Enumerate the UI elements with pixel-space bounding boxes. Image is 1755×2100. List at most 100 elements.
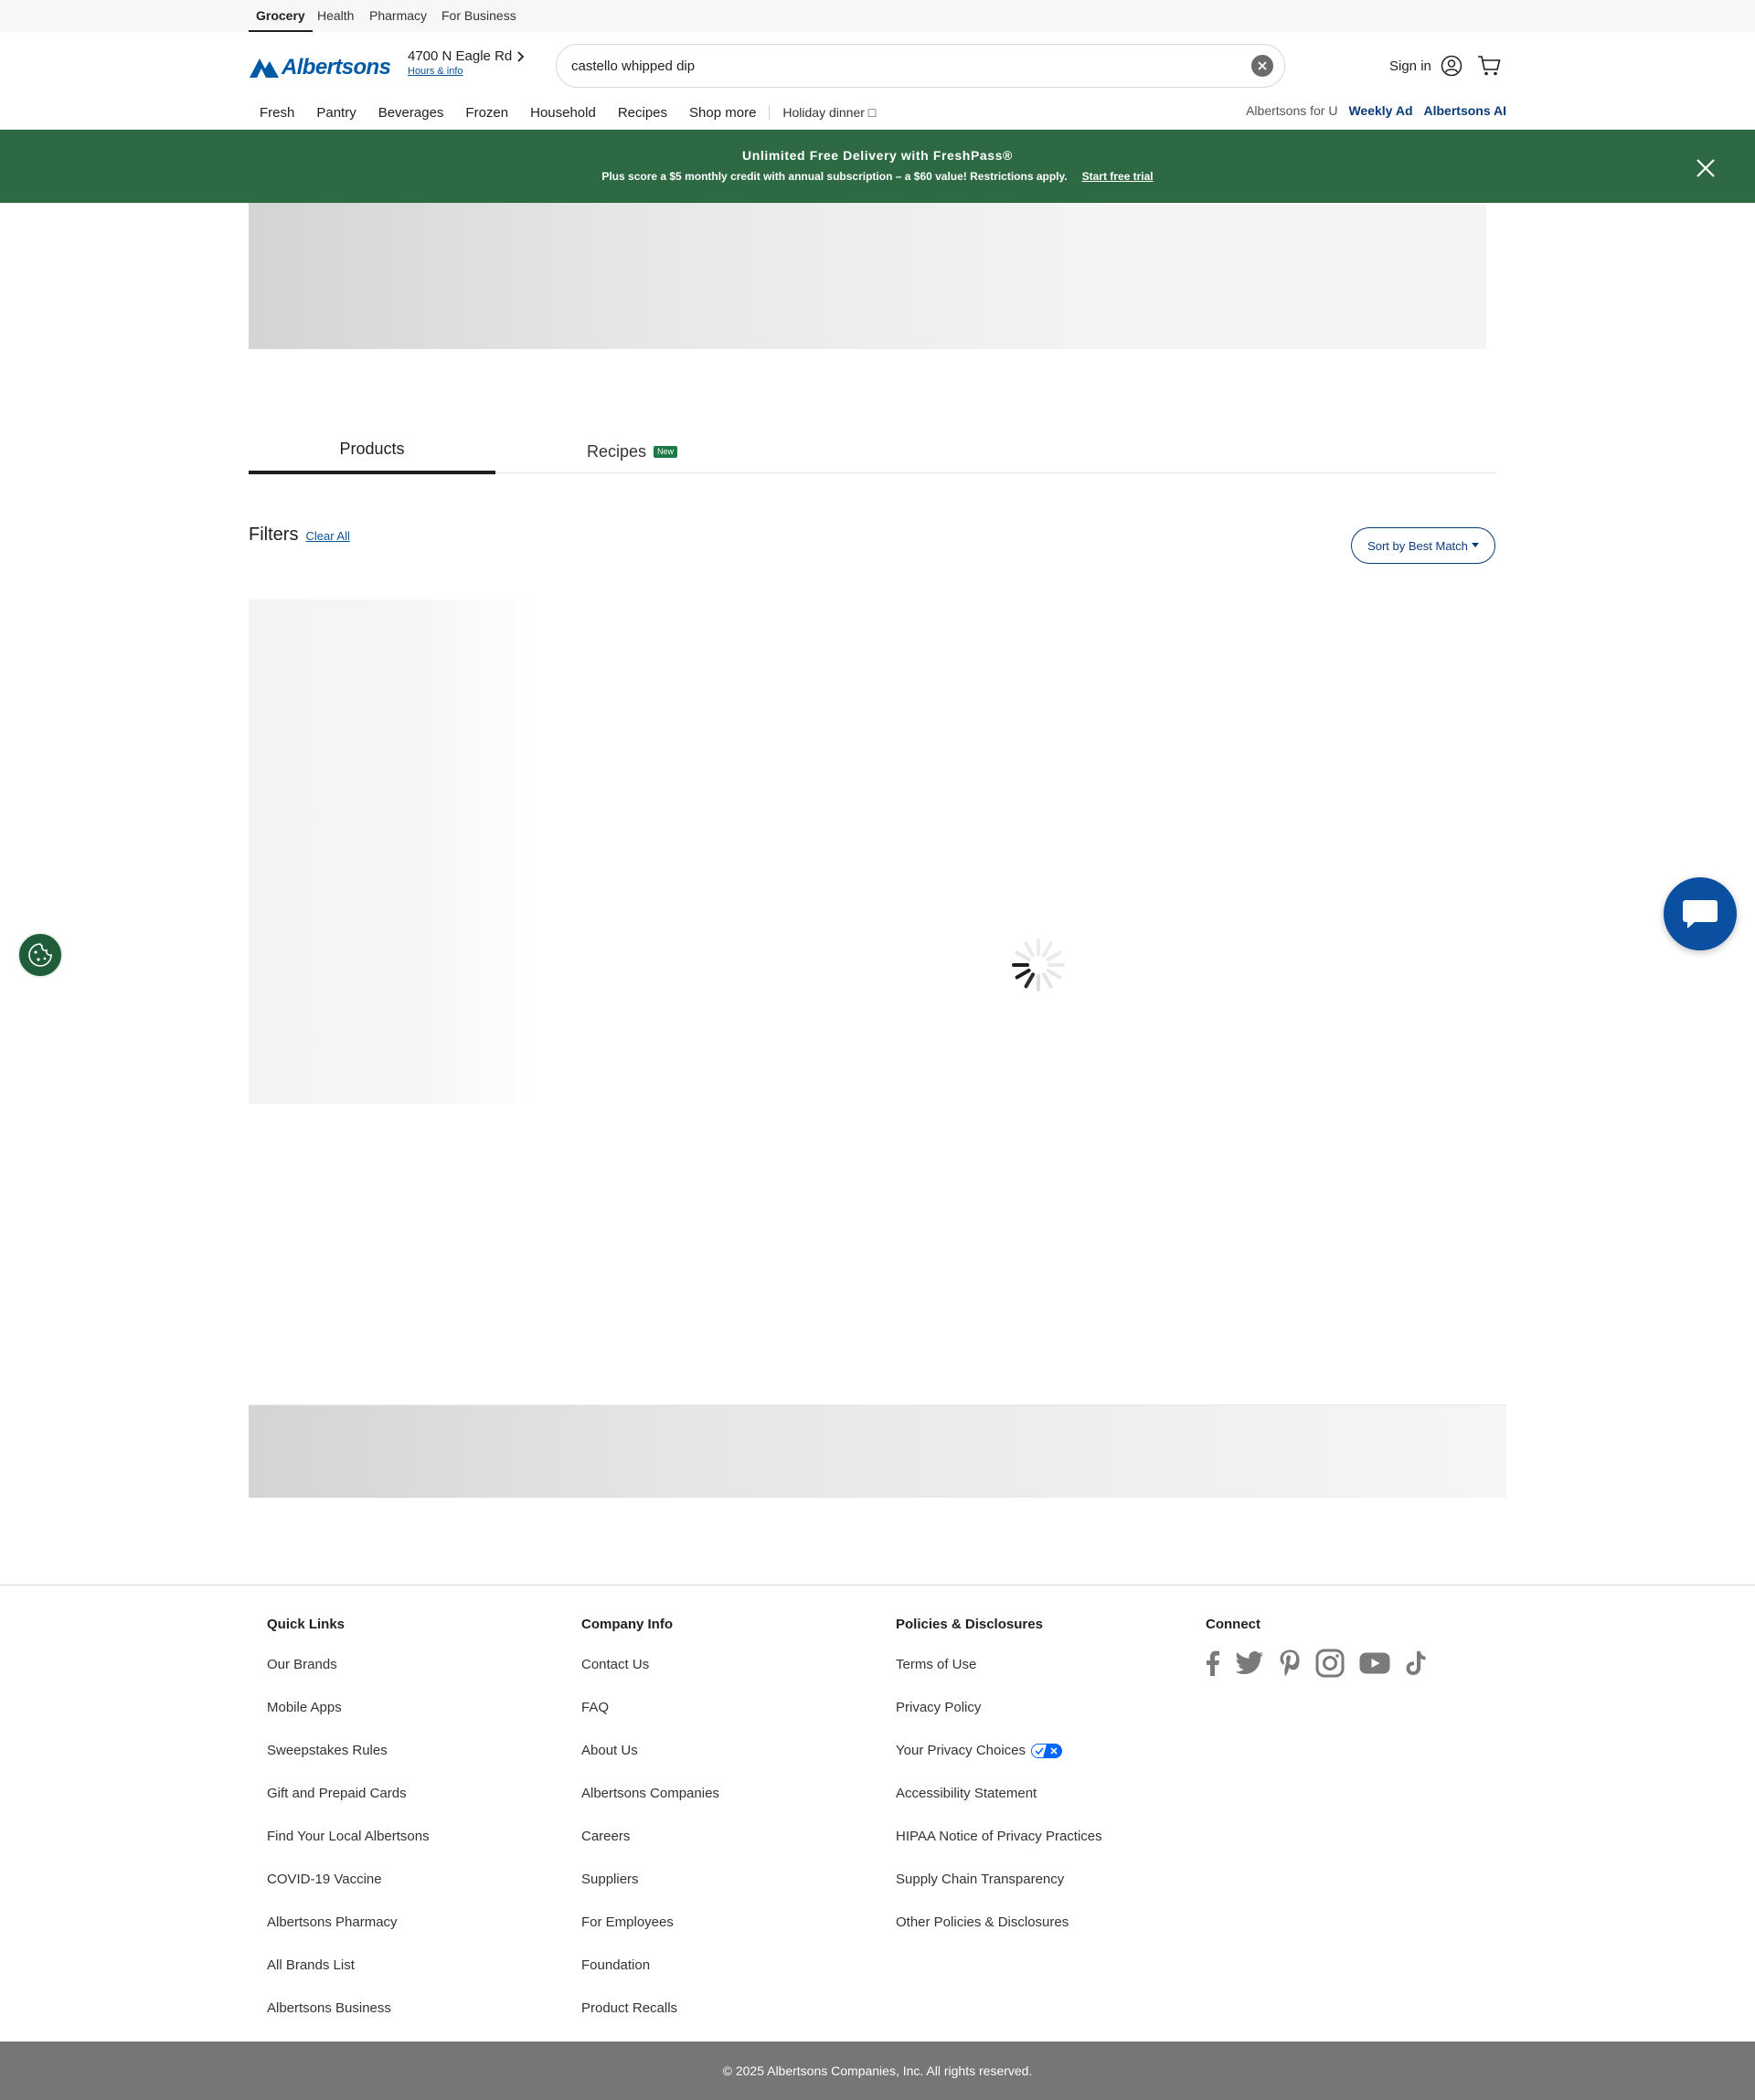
brand-name: Albertsons — [282, 55, 391, 80]
albertsons-for-u-link[interactable]: Albertsons for U — [1246, 103, 1337, 118]
site-header: Albertsons 4700 N Eagle Rd Hours & info … — [0, 32, 1755, 130]
footer-link[interactable]: Accessibility Statement — [896, 1785, 1102, 1828]
nav-divider — [769, 105, 771, 120]
tab-health[interactable]: Health — [317, 0, 354, 32]
nav-pantry[interactable]: Pantry — [316, 105, 356, 121]
footer-link[interactable]: Gift and Prepaid Cards — [267, 1785, 430, 1828]
tab-pharmacy[interactable]: Pharmacy — [369, 0, 427, 32]
promo-subtitle: Plus score a $5 monthly credit with annu… — [0, 170, 1755, 183]
close-icon — [1258, 61, 1267, 70]
cookie-icon — [28, 943, 52, 967]
nav-recipes[interactable]: Recipes — [618, 105, 667, 121]
footer-connect: Connect — [1206, 1617, 1427, 1682]
new-badge: New — [654, 445, 678, 458]
footer-column-title: Company Info — [581, 1617, 673, 1632]
facebook-icon — [1207, 1650, 1219, 1676]
close-promo-button[interactable] — [1693, 155, 1718, 181]
search-input[interactable] — [571, 45, 1211, 87]
footer-link[interactable]: Terms of Use — [896, 1656, 1102, 1699]
privacy-choices-icon — [1031, 1744, 1063, 1759]
store-selector[interactable]: 4700 N Eagle Rd Hours & info — [408, 48, 525, 77]
footer-link[interactable]: FAQ — [581, 1699, 719, 1742]
footer-company-info: Company Info Contact Us FAQ About Us Alb… — [581, 1617, 719, 2042]
tiktok-icon — [1406, 1651, 1426, 1675]
sign-in-button[interactable]: Sign in — [1389, 55, 1462, 77]
footer-link[interactable]: Contact Us — [581, 1656, 719, 1699]
site-footer: Quick Links Our Brands Mobile Apps Sweep… — [0, 1585, 1755, 2042]
cookie-preferences-button[interactable] — [17, 932, 63, 978]
footer-link[interactable]: Our Brands — [267, 1656, 430, 1699]
albertsons-logo[interactable]: Albertsons — [249, 54, 391, 81]
footer-link[interactable]: Albertsons Pharmacy — [267, 1914, 430, 1957]
loading-spinner-icon — [1012, 939, 1065, 992]
loading-placeholder-banner — [249, 203, 1486, 349]
footer-link[interactable]: All Brands List — [267, 1957, 430, 1999]
store-address: 4700 N Eagle Rd — [408, 48, 513, 64]
account-icon — [1441, 55, 1462, 77]
albertsons-logo-icon — [250, 58, 279, 78]
loading-placeholder-footer-banner — [249, 1405, 1506, 1498]
footer-link[interactable]: Other Policies & Disclosures — [896, 1914, 1102, 1957]
youtube-link[interactable] — [1359, 1652, 1390, 1679]
chat-button[interactable] — [1664, 877, 1737, 950]
clear-all-filters-link[interactable]: Clear All — [305, 529, 349, 543]
loading-placeholder-filters — [249, 599, 537, 1104]
footer-quick-links: Quick Links Our Brands Mobile Apps Sweep… — [267, 1617, 430, 2042]
tab-recipes[interactable]: Recipes New — [587, 430, 715, 473]
cart-icon — [1478, 56, 1501, 76]
pinterest-icon — [1280, 1649, 1300, 1676]
weekly-ad-link[interactable]: Weekly Ad — [1348, 103, 1412, 118]
footer-link[interactable]: Albertsons Business — [267, 1999, 430, 2042]
youtube-icon — [1359, 1652, 1390, 1674]
footer-link[interactable]: Find Your Local Albertsons — [267, 1828, 430, 1871]
footer-link[interactable]: Product Recalls — [581, 1999, 719, 2042]
tab-grocery[interactable]: Grocery — [249, 0, 313, 32]
hours-info-link[interactable]: Hours & info — [408, 66, 525, 77]
footer-link[interactable]: Supply Chain Transparency — [896, 1871, 1102, 1914]
promo-title: Unlimited Free Delivery with FreshPass® — [742, 148, 1013, 163]
footer-link[interactable]: HIPAA Notice of Privacy Practices — [896, 1828, 1102, 1871]
tab-for-business[interactable]: For Business — [441, 0, 516, 32]
nav-right-links: Albertsons for U Weekly Ad Albertsons AI — [1246, 103, 1506, 118]
footer-column-title: Policies & Disclosures — [896, 1617, 1043, 1632]
instagram-link[interactable] — [1315, 1649, 1345, 1682]
footer-link[interactable]: Suppliers — [581, 1871, 719, 1914]
nav-beverages[interactable]: Beverages — [378, 105, 444, 121]
nav-holiday-dinner[interactable]: Holiday dinner □ — [782, 105, 876, 120]
footer-link[interactable]: Foundation — [581, 1957, 719, 1999]
footer-link[interactable]: For Employees — [581, 1914, 719, 1957]
footer-link[interactable]: Sweepstakes Rules — [267, 1742, 430, 1785]
nav-shop-more[interactable]: Shop more — [689, 105, 756, 121]
footer-link[interactable]: COVID-19 Vaccine — [267, 1871, 430, 1914]
close-icon — [1696, 159, 1715, 177]
cart-button[interactable] — [1477, 55, 1501, 81]
clear-search-button[interactable] — [1251, 55, 1273, 77]
tab-products[interactable]: Products — [249, 430, 495, 474]
footer-link[interactable]: About Us — [581, 1742, 719, 1785]
main-nav: Fresh Pantry Beverages Frozen Household … — [260, 103, 876, 122]
footer-link[interactable]: Mobile Apps — [267, 1699, 430, 1742]
filters-title: Filters — [249, 525, 299, 545]
tiktok-link[interactable] — [1405, 1650, 1427, 1681]
chat-icon — [1683, 900, 1718, 928]
sort-dropdown[interactable]: Sort by Best Match — [1351, 527, 1495, 564]
freshpass-promo-banner: Unlimited Free Delivery with FreshPass® … — [0, 130, 1755, 203]
twitter-link[interactable] — [1235, 1651, 1264, 1680]
filters-header: Filters Clear All — [249, 525, 350, 546]
nav-household[interactable]: Household — [530, 105, 596, 121]
search-bar — [556, 44, 1285, 88]
nav-fresh[interactable]: Fresh — [260, 105, 294, 121]
nav-frozen[interactable]: Frozen — [465, 105, 508, 121]
footer-link[interactable]: Albertsons Companies — [581, 1785, 719, 1828]
start-free-trial-link[interactable]: Start free trial — [1082, 170, 1154, 183]
caret-down-icon — [1471, 543, 1479, 547]
pinterest-link[interactable] — [1279, 1649, 1301, 1681]
albertsons-ai-link[interactable]: Albertsons AI — [1424, 103, 1507, 118]
chevron-right-icon — [517, 50, 525, 62]
footer-link[interactable]: Privacy Policy — [896, 1699, 1102, 1742]
facebook-link[interactable] — [1206, 1650, 1220, 1681]
footer-link[interactable]: Careers — [581, 1828, 719, 1871]
footer-link-privacy-choices[interactable]: Your Privacy Choices — [896, 1742, 1102, 1785]
footer-column-title: Connect — [1206, 1617, 1260, 1632]
top-utility-bar: Grocery Health Pharmacy For Business — [0, 0, 1755, 32]
